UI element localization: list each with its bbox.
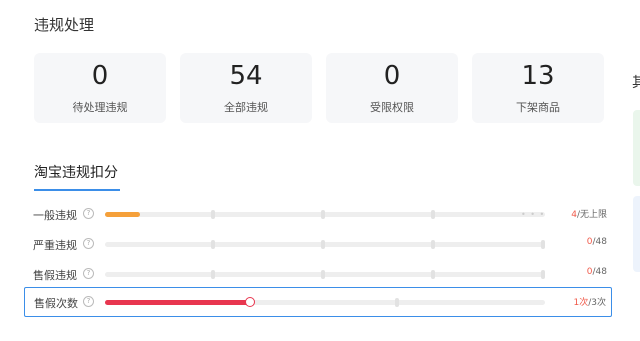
max-value: 48	[595, 237, 607, 247]
row-value: 1次/3次	[573, 298, 606, 308]
card-label: 全部违规	[224, 101, 268, 114]
progress-handle[interactable]	[245, 297, 256, 307]
card-value: 54	[229, 61, 263, 91]
current-value: 0	[586, 237, 593, 247]
track-tick	[321, 210, 325, 219]
track-tick	[211, 210, 215, 219]
page-title: 违规处理	[34, 16, 95, 34]
violation-row-counterfeit: 售假违规 ? 0/48	[24, 259, 612, 289]
row-name: 严重违规	[33, 239, 77, 252]
progress-track	[105, 297, 545, 307]
help-icon[interactable]: ?	[83, 296, 94, 307]
right-panel-card-blue[interactable]	[633, 196, 640, 272]
card-value: 0	[91, 61, 109, 91]
tab-active-indicator	[34, 189, 120, 191]
track-tick	[431, 210, 435, 219]
card-value: 13	[521, 61, 555, 91]
track-tick	[431, 270, 435, 279]
card-label: 待处理违规	[72, 101, 128, 114]
violation-row-serious: 严重违规 ? 0/48	[24, 229, 612, 259]
progress-track	[105, 210, 545, 219]
card-label: 下架商品	[516, 101, 560, 114]
help-icon[interactable]: ?	[83, 208, 94, 219]
card-restricted-permissions[interactable]: 0 受限权限	[326, 53, 458, 123]
track-tick	[541, 240, 545, 249]
current-value: 0	[586, 267, 593, 277]
progress-fill	[105, 212, 141, 217]
card-value: 0	[383, 61, 401, 91]
card-all-violations[interactable]: 54 全部违规	[180, 53, 312, 123]
progress-track	[105, 240, 545, 249]
violation-row-counterfeit-count[interactable]: 售假次数 ? 1次/3次	[24, 287, 612, 317]
right-panel-title-fragment: 其	[632, 75, 640, 91]
unlimited-dots: • • •	[521, 210, 546, 219]
track-tick	[541, 270, 545, 279]
row-name: 售假次数	[34, 297, 78, 310]
row-value: 4/无上限	[571, 210, 607, 220]
card-label: 受限权限	[370, 101, 414, 114]
track-tick	[321, 270, 325, 279]
track-tick	[321, 240, 325, 249]
row-name: 售假违规	[33, 269, 77, 282]
max-value: 3次	[591, 298, 606, 308]
max-value: 48	[595, 267, 607, 277]
violation-row-general: 一般违规 ? • • • 4/无上限	[24, 199, 612, 229]
track-tick	[395, 298, 399, 307]
row-value: 0/48	[586, 267, 607, 277]
row-value: 0/48	[586, 237, 607, 247]
tab-taobao-violation-points[interactable]: 淘宝违规扣分	[34, 162, 118, 182]
right-panel-card-green[interactable]	[633, 110, 640, 186]
current-value: 4	[571, 210, 577, 220]
card-removed-products[interactable]: 13 下架商品	[472, 53, 604, 123]
track-tick	[211, 240, 215, 249]
track-tick	[211, 270, 215, 279]
progress-fill	[105, 300, 251, 305]
track-tick	[431, 240, 435, 249]
row-name: 一般违规	[33, 209, 77, 222]
progress-track	[105, 270, 545, 279]
current-value: 1次	[573, 298, 589, 308]
card-pending-violations[interactable]: 0 待处理违规	[34, 53, 166, 123]
help-icon[interactable]: ?	[83, 268, 94, 279]
max-value: 无上限	[579, 210, 607, 220]
help-icon[interactable]: ?	[83, 238, 94, 249]
